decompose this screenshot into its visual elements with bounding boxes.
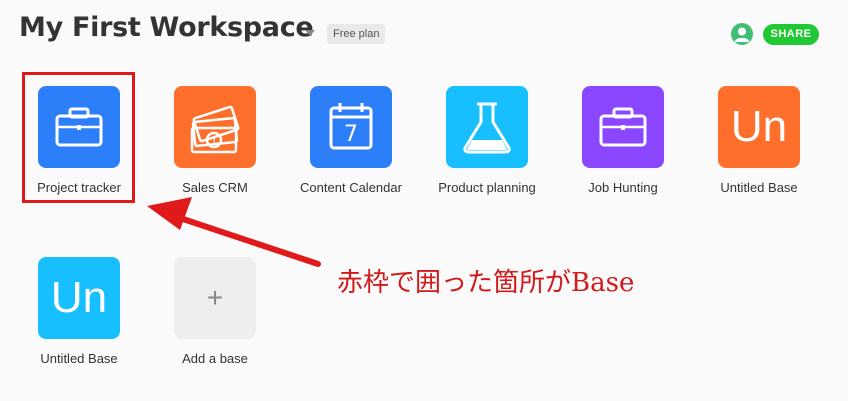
annotation-arrow-icon xyxy=(147,197,321,267)
annotation-text: 赤枠で囲った箇所がBase xyxy=(337,268,635,298)
